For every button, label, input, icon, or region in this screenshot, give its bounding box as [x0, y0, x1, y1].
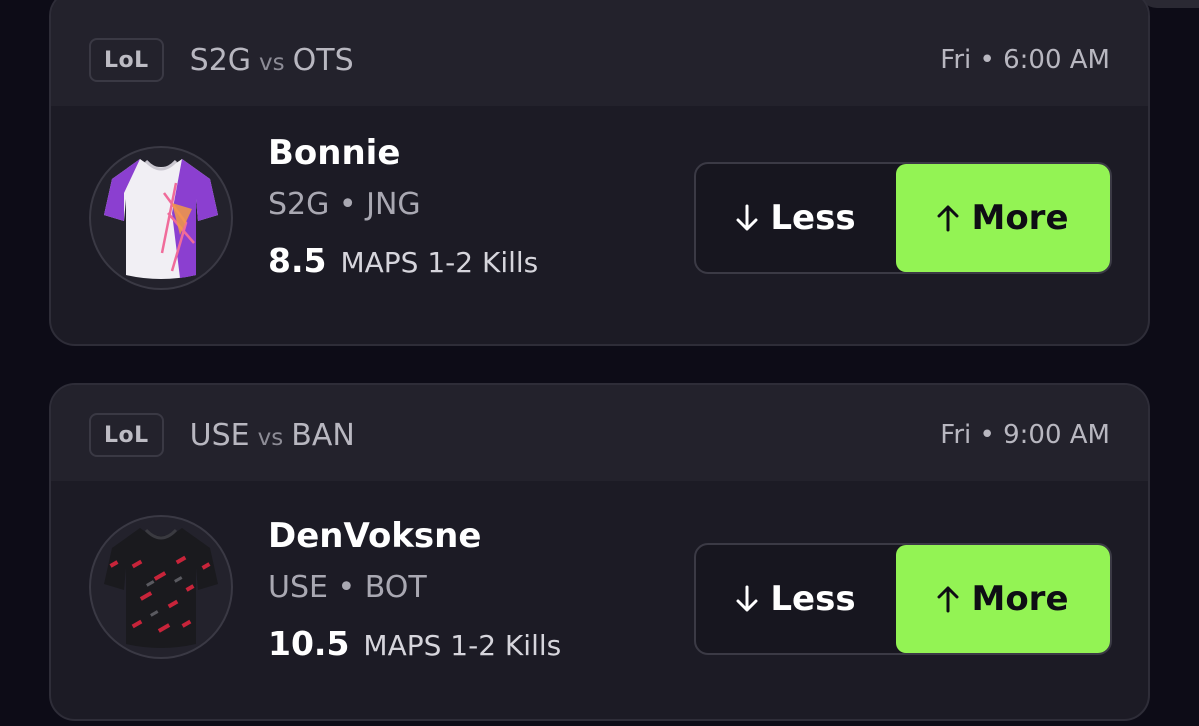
less-label: Less — [770, 579, 856, 619]
game-time: Fri • 6:00 AM — [940, 45, 1110, 75]
projection-card: LoL S2G vs OTS Fri • 6:00 AM Bonnie S2G … — [49, 0, 1150, 346]
black-red-jersey-icon — [104, 528, 218, 648]
card-body: Bonnie S2G • JNG 8.5 MAPS 1-2 Kills Less — [51, 106, 1148, 344]
league-badge: LoL — [89, 413, 164, 457]
arrow-up-icon — [937, 586, 959, 613]
player-team-position: USE • BOT — [268, 570, 427, 605]
matchup: S2G vs OTS — [190, 43, 354, 78]
team-b: BAN — [291, 417, 355, 453]
more-label: More — [971, 198, 1069, 238]
card-header: LoL USE vs BAN Fri • 9:00 AM — [51, 385, 1148, 481]
pick-selector: Less More — [694, 543, 1112, 655]
more-button[interactable]: More — [896, 164, 1110, 272]
projection-card: LoL USE vs BAN Fri • 9:00 AM DenVoksne U… — [49, 383, 1150, 721]
purple-white-jersey-icon — [104, 159, 218, 279]
league-badge: LoL — [89, 38, 164, 82]
pick-selector: Less More — [694, 162, 1112, 274]
player-team-position: S2G • JNG — [268, 187, 421, 222]
card-body: DenVoksne USE • BOT 10.5 MAPS 1-2 Kills … — [51, 481, 1148, 719]
more-label: More — [971, 579, 1069, 619]
player-name: Bonnie — [268, 133, 401, 173]
stat-line: 8.5 MAPS 1-2 Kills — [268, 232, 538, 292]
arrow-down-icon — [736, 585, 758, 612]
team-a: USE — [189, 417, 250, 453]
less-label: Less — [770, 198, 856, 238]
less-button[interactable]: Less — [696, 545, 896, 653]
player-name: DenVoksne — [268, 516, 482, 556]
team-a: S2G — [189, 42, 252, 78]
card-header: LoL S2G vs OTS Fri • 6:00 AM — [51, 0, 1148, 106]
less-button[interactable]: Less — [696, 164, 896, 272]
projection-value: 8.5 — [268, 241, 327, 280]
team-b: OTS — [292, 42, 354, 78]
player-avatar — [89, 515, 233, 659]
player-info: Bonnie S2G • JNG 8.5 MAPS 1-2 Kills — [268, 128, 538, 292]
player-info: DenVoksne USE • BOT 10.5 MAPS 1-2 Kills — [268, 511, 561, 675]
projection-value: 10.5 — [268, 624, 350, 663]
stat-type: MAPS 1-2 Kills — [340, 246, 539, 279]
player-avatar — [89, 146, 233, 290]
arrow-down-icon — [736, 204, 758, 231]
vs-label: vs — [259, 49, 285, 76]
stat-type: MAPS 1-2 Kills — [363, 629, 562, 662]
vs-label: vs — [257, 424, 284, 451]
more-button[interactable]: More — [896, 545, 1110, 653]
projections-list: LoL S2G vs OTS Fri • 6:00 AM Bonnie S2G … — [0, 0, 1199, 726]
matchup: USE vs BAN — [190, 418, 355, 453]
game-time: Fri • 9:00 AM — [940, 420, 1110, 450]
arrow-up-icon — [937, 205, 959, 232]
stat-line: 10.5 MAPS 1-2 Kills — [268, 615, 561, 675]
